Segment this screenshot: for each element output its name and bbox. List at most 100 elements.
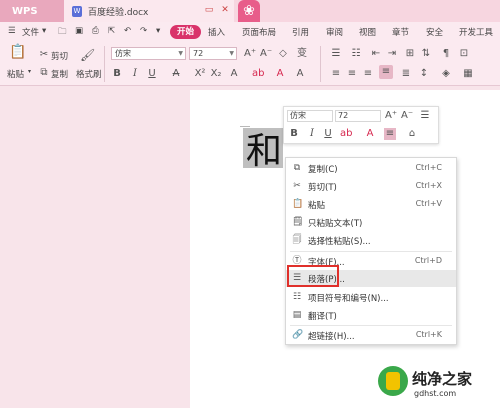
bold-icon[interactable]: B <box>111 68 123 80</box>
mini-bold-icon[interactable]: B <box>288 128 300 140</box>
mini-highlight-icon[interactable]: ab <box>340 128 352 140</box>
scissors-icon[interactable]: ✂ <box>38 49 50 61</box>
mini-justify-icon[interactable]: ≡ <box>384 128 396 140</box>
sort-icon[interactable]: ⇅ <box>420 48 432 60</box>
selected-text[interactable]: 和 <box>246 122 282 174</box>
justify-icon[interactable]: ≡ <box>380 66 392 78</box>
wps-logo[interactable]: WPS <box>0 0 64 22</box>
mini-grow-font-icon[interactable]: A⁺ <box>385 110 397 122</box>
mini-line-spacing-icon[interactable]: ☰ <box>419 110 431 122</box>
menu-item-copy[interactable]: ⧉ 复制(C) Ctrl+C <box>286 160 456 177</box>
redo-icon[interactable]: ↷ <box>140 26 147 36</box>
chevron-down-icon[interactable]: ▾ <box>42 26 46 36</box>
numbering-icon[interactable]: ☷ <box>350 48 362 60</box>
font-color-icon[interactable]: A <box>274 68 286 80</box>
tab-view[interactable]: 视图 <box>359 26 376 38</box>
menu-item-label: 翻译(T) <box>308 312 337 322</box>
menu-item-paste[interactable]: 📋 粘贴 Ctrl+V <box>286 196 456 213</box>
menu-hamburger-icon[interactable]: ☰ <box>8 26 16 36</box>
paste-dropdown-icon[interactable]: ▾ <box>28 68 31 75</box>
copy-icon[interactable]: ⧉ <box>38 67 50 79</box>
shading-icon[interactable]: ◈ <box>440 68 452 80</box>
menu-file[interactable]: 文件 <box>22 26 39 38</box>
highlight-annotation-box <box>287 265 339 287</box>
underline-icon[interactable]: U <box>146 68 158 80</box>
new-tab-button[interactable]: ❀ <box>238 0 260 22</box>
tab-start[interactable]: 开始 <box>170 25 202 39</box>
watermark-url: gdhst.com <box>414 389 457 398</box>
shrink-font-icon[interactable]: A⁻ <box>260 48 272 60</box>
tab-page-layout[interactable]: 页面布局 <box>242 26 276 38</box>
menu-item-shortcut: Ctrl+K <box>415 330 442 339</box>
paste-icon: 📋 <box>292 199 304 209</box>
tab-close-icon[interactable]: ✕ <box>220 5 230 15</box>
border-icon[interactable]: ⊡ <box>458 48 470 60</box>
strikethrough-icon[interactable]: A <box>170 68 182 80</box>
print-icon[interactable]: ⎙ <box>92 26 99 36</box>
increase-indent-icon[interactable]: ⇥ <box>386 48 398 60</box>
decrease-indent-icon[interactable]: ⇤ <box>370 48 382 60</box>
font-name-select[interactable]: 仿宋 ▼ <box>111 47 186 60</box>
menu-item-cut[interactable]: ✂ 剪切(T) Ctrl+X <box>286 178 456 195</box>
menu-item-shortcut: Ctrl+D <box>414 256 442 265</box>
save-icon[interactable]: ▣ <box>75 26 83 36</box>
subscript-icon[interactable]: X₂ <box>210 68 222 80</box>
menu-item-translate[interactable]: ▤ 翻译(T) <box>286 307 456 324</box>
align-right-icon[interactable]: ≡ <box>362 68 374 80</box>
export-icon[interactable]: ⇱ <box>108 26 115 36</box>
paste-button[interactable]: 粘贴 <box>7 68 24 80</box>
superscript-icon[interactable]: X² <box>194 68 206 80</box>
tab-chapter[interactable]: 章节 <box>392 26 409 38</box>
tab-monitor-icon[interactable]: ▭ <box>204 5 214 15</box>
menu-item-label: 项目符号和编号(N)... <box>308 294 389 304</box>
title-bar: WPS W 百度经验.docx ▭ ✕ ❀ <box>0 0 500 22</box>
format-painter-button[interactable]: 格式刷 <box>76 68 102 80</box>
mini-font-name-value: 仿宋 <box>290 111 306 120</box>
mini-format-painter-icon[interactable]: ⌂ <box>406 128 418 140</box>
tab-references[interactable]: 引用 <box>292 26 309 38</box>
chinese-layout-icon[interactable]: ⊞ <box>404 48 416 60</box>
align-left-icon[interactable]: ≡ <box>330 68 342 80</box>
highlight-icon[interactable]: ab <box>252 68 264 80</box>
char-border-icon[interactable]: A <box>294 68 306 80</box>
menu-item-shortcut: Ctrl+C <box>415 163 442 172</box>
open-folder-icon[interactable]: 🗀 <box>58 26 67 40</box>
grow-font-icon[interactable]: A⁺ <box>244 48 256 60</box>
mini-font-name-select[interactable]: 仿宋 <box>287 110 333 122</box>
undo-icon[interactable]: ↶ <box>124 26 131 36</box>
menu-item-hyperlink[interactable]: 🔗 超链接(H)... Ctrl+K <box>286 327 456 344</box>
tab-insert[interactable]: 插入 <box>208 26 225 38</box>
tab-security[interactable]: 安全 <box>426 26 443 38</box>
table-border-icon[interactable]: ▦ <box>462 68 474 80</box>
more-quick-icon[interactable]: ▾ <box>156 26 160 36</box>
menu-item-label: 粘贴 <box>308 201 326 211</box>
menu-item-paste-special[interactable]: 🗐 选择性粘贴(S)... <box>286 232 456 249</box>
phonetic-guide-icon[interactable]: 变 <box>296 48 308 60</box>
tab-developer[interactable]: 开发工具 <box>459 26 493 38</box>
line-spacing-icon[interactable]: ↕ <box>418 68 430 80</box>
menu-item-paste-text-only[interactable]: 🗒 只粘贴文本(T) <box>286 214 456 231</box>
mini-shrink-font-icon[interactable]: A⁻ <box>401 110 413 122</box>
bullets-icon[interactable]: ☰ <box>330 48 342 60</box>
distribute-icon[interactable]: ≣ <box>400 68 412 80</box>
mini-italic-icon[interactable]: I <box>306 128 318 140</box>
mini-font-size-select[interactable]: 72 <box>335 110 381 122</box>
tab-review[interactable]: 审阅 <box>326 26 343 38</box>
show-marks-icon[interactable]: ¶ <box>440 48 452 60</box>
align-center-icon[interactable]: ≡ <box>346 68 358 80</box>
italic-icon[interactable]: I <box>129 68 141 80</box>
font-size-select[interactable]: 72 ▼ <box>189 47 237 60</box>
paste-large-icon[interactable]: 📋 <box>9 45 26 59</box>
menu-item-label: 只粘贴文本(T) <box>308 219 363 229</box>
chevron-down-icon: ▼ <box>178 50 183 57</box>
format-painter-icon[interactable]: 🖌 <box>80 49 95 61</box>
ribbon-divider <box>320 46 321 82</box>
copy-button[interactable]: 复制 <box>51 68 68 80</box>
text-effect-icon[interactable]: A <box>228 68 240 80</box>
mini-underline-icon[interactable]: U <box>322 128 334 140</box>
cut-button[interactable]: 剪切 <box>51 50 68 62</box>
mini-font-color-icon[interactable]: A <box>364 128 376 140</box>
paste-special-icon: 🗐 <box>292 235 302 245</box>
clear-format-icon[interactable]: ◇ <box>277 48 289 60</box>
menu-item-bullets-numbering[interactable]: ☷ 项目符号和编号(N)... <box>286 289 456 306</box>
